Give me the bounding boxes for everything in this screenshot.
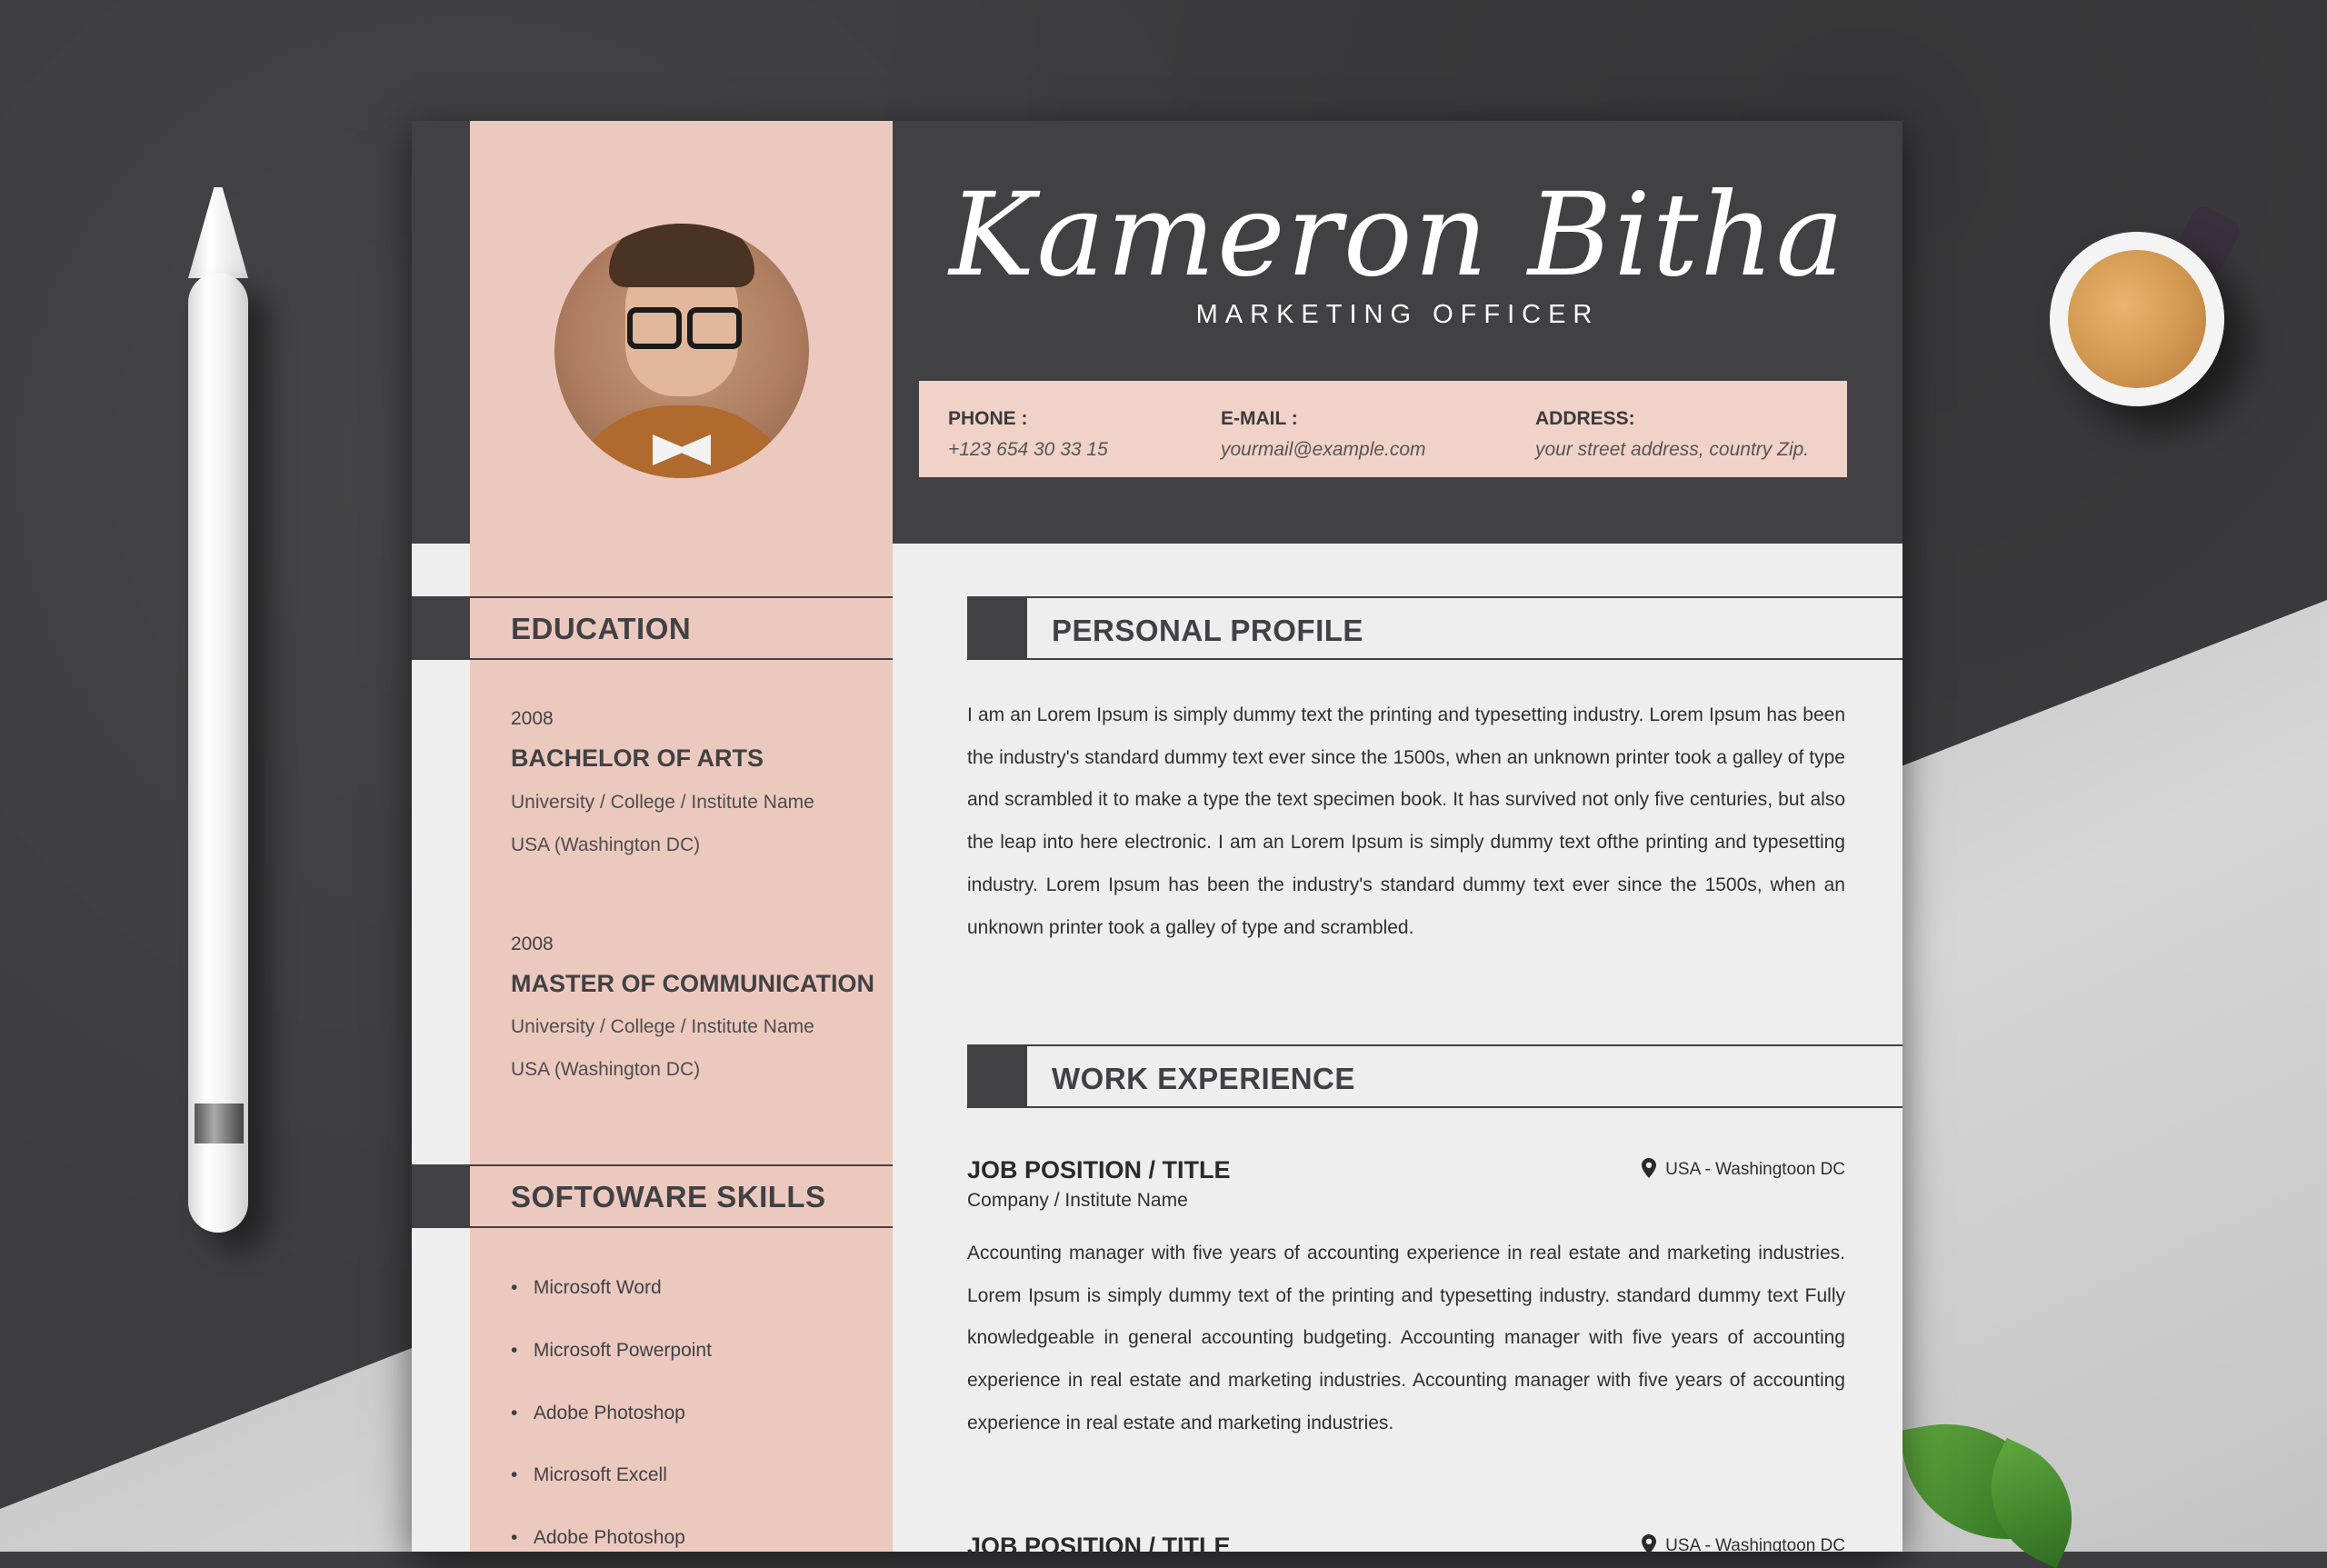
job-description: Accounting manager with five years of ac…: [967, 1243, 1845, 1433]
skill-item: • Adobe Photoshop: [511, 1403, 685, 1423]
education-location: USA (Washington DC): [511, 1059, 701, 1080]
education-degree: MASTER OF COMMUNICATION: [511, 970, 874, 997]
skill-item: • Microsoft Word: [511, 1277, 662, 1298]
pencil-band: [195, 1104, 244, 1144]
email-label: E-MAIL :: [1221, 408, 1298, 429]
job-title: JOB POSITION / TITLE: [967, 1156, 1231, 1183]
experience-heading: WORK EXPERIENCE: [1052, 1062, 1355, 1095]
profile-heading: PERSONAL PROFILE: [1052, 614, 1363, 647]
skill-label: Adobe Photoshop: [533, 1527, 685, 1548]
education-institute: University / College / Institute Name: [511, 792, 814, 813]
profile-text: I am an Lorem Ipsum is simply dummy text…: [967, 704, 1845, 938]
job-location: USA - Washingtoon DC: [1630, 1158, 1845, 1180]
photo-shirt: [564, 405, 800, 478]
education-location: USA (Washington DC): [511, 834, 701, 855]
profile-photo: [554, 224, 809, 478]
job-title: JOB POSITION / TITLE: [967, 1533, 1231, 1552]
phone-label: PHONE :: [948, 408, 1028, 429]
skills-heading: SOFTOWARE SKILLS: [511, 1180, 826, 1213]
email-value: yourmail@example.com: [1221, 439, 1426, 460]
skill-label: Microsoft Word: [533, 1277, 662, 1298]
skill-item: • Microsoft Powerpoint: [511, 1340, 712, 1361]
job-location: USA - Washingtoon DC: [1630, 1534, 1845, 1552]
education-institute: University / College / Institute Name: [511, 1016, 814, 1037]
photo-hair: [609, 224, 754, 287]
candidate-name: Kameron Bitha: [949, 168, 1846, 302]
photo-glasses-left: [627, 307, 682, 349]
skills-header-block: [412, 1164, 470, 1228]
education-header-block: [412, 596, 470, 660]
candidate-title: MARKETING OFFICER: [1195, 300, 1600, 329]
education-degree: BACHELOR OF ARTS: [511, 744, 764, 772]
resume-page: Kameron Bitha MARKETING OFFICER PHONE : …: [412, 121, 1903, 1552]
coffee: [2068, 250, 2206, 388]
skill-label: Microsoft Excell: [533, 1464, 667, 1485]
education-year: 2008: [511, 708, 554, 729]
profile-header-block: [967, 596, 1027, 660]
left-dark-strip: [412, 121, 470, 544]
contact-box: PHONE : +123 654 30 33 15 E-MAIL : yourm…: [919, 381, 1847, 477]
pencil: [188, 273, 248, 1233]
job-company: Company / Institute Name: [967, 1190, 1188, 1211]
skill-label: Microsoft Powerpoint: [533, 1340, 712, 1361]
education-heading: EDUCATION: [511, 612, 692, 645]
address-label: ADDRESS:: [1535, 408, 1635, 429]
skill-label: Adobe Photoshop: [533, 1403, 685, 1423]
phone-value: +123 654 30 33 15: [948, 439, 1108, 460]
experience-header-block: [967, 1044, 1027, 1108]
location-pin-icon: [1642, 1158, 1657, 1178]
job-location-text: USA - Washingtoon DC: [1665, 1536, 1845, 1552]
photo-glasses-right: [687, 307, 742, 349]
location-pin-icon: [1642, 1534, 1657, 1552]
job-location-text: USA - Washingtoon DC: [1665, 1160, 1845, 1179]
education-year: 2008: [511, 934, 554, 954]
skill-item: • Adobe Photoshop: [511, 1527, 685, 1548]
address-value: your street address, country Zip.: [1535, 439, 1810, 460]
skill-item: • Microsoft Excell: [511, 1464, 667, 1485]
